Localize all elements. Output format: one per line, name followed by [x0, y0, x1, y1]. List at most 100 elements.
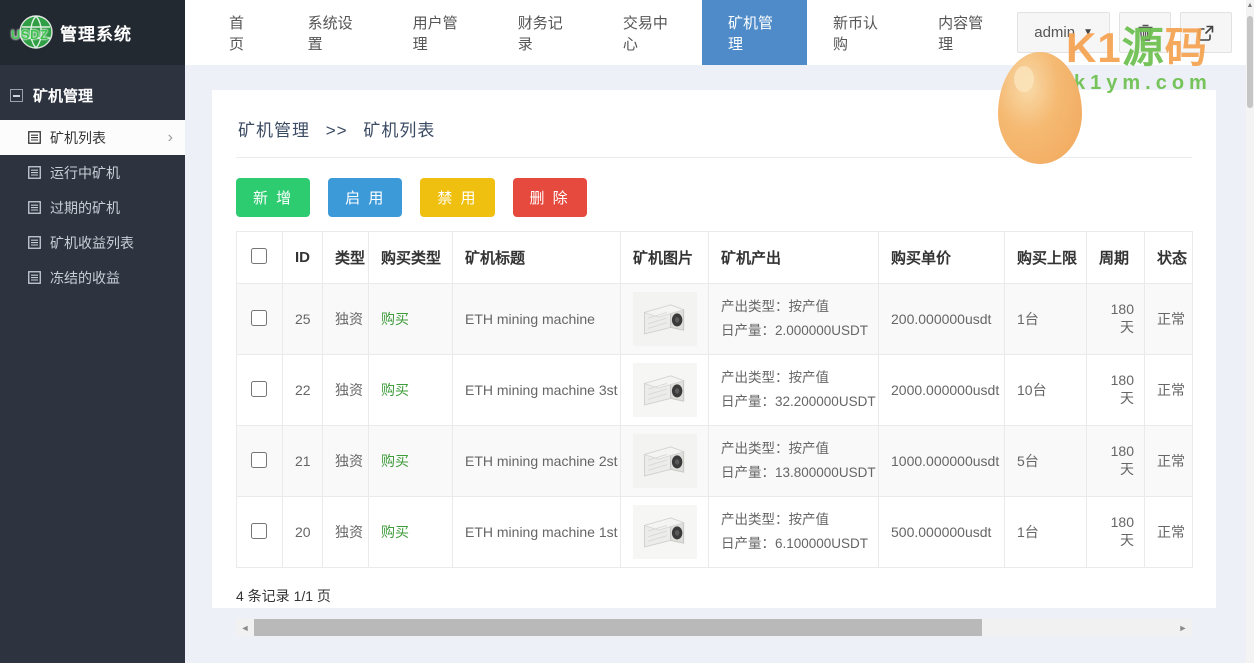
header-buy-type: 购买类型: [369, 232, 453, 284]
cell-limit: 10台: [1005, 355, 1087, 426]
cell-title: ETH mining machine 2st: [453, 426, 621, 497]
vertical-scrollbar: ▲: [1246, 0, 1254, 663]
row-checkbox[interactable]: [251, 310, 267, 326]
list-icon: [28, 166, 41, 179]
header-id: ID: [283, 232, 323, 284]
cell-status: 正常: [1145, 497, 1193, 568]
select-all-checkbox[interactable]: [251, 248, 267, 264]
nav-item[interactable]: 内容管理: [912, 0, 1017, 65]
table-row: 22 独资 购买 ETH mining machine 3st 产出类型：按产值…: [237, 355, 1193, 426]
nav-item-label: 用户管理: [413, 12, 466, 54]
daily-output-line: 日产量：32.200000USDT: [721, 390, 878, 414]
clear-cache-button[interactable]: [1119, 12, 1171, 53]
cell-id: 22: [283, 355, 323, 426]
output-type-line: 产出类型：按产值: [721, 437, 878, 461]
vertical-scrollbar-thumb[interactable]: [1247, 16, 1253, 108]
header-status: 状态: [1145, 232, 1193, 284]
nav-item[interactable]: 交易中心: [597, 0, 702, 65]
sidebar-item[interactable]: 运行中矿机 ›: [0, 155, 185, 190]
topbar-actions: admin ▼: [1017, 0, 1246, 65]
sidebar-item-label: 过期的矿机: [50, 198, 120, 218]
nav-item[interactable]: 用户管理: [387, 0, 492, 65]
nav-item[interactable]: 矿机管理: [702, 0, 807, 65]
breadcrumb-page: 矿机列表: [363, 121, 435, 140]
breadcrumb-section: 矿机管理: [238, 121, 310, 140]
breadcrumb-separator: >>: [326, 121, 348, 140]
buy-link[interactable]: 购买: [381, 311, 409, 327]
user-name: admin: [1034, 24, 1075, 41]
cell-id: 21: [283, 426, 323, 497]
sidebar-item[interactable]: 过期的矿机 ›: [0, 190, 185, 225]
scroll-left-arrow[interactable]: ◄: [236, 619, 254, 636]
row-checkbox[interactable]: [251, 452, 267, 468]
cell-output: 产出类型：按产值 日产量：13.800000USDT: [709, 426, 879, 497]
sidebar-item-label: 矿机收益列表: [50, 233, 134, 253]
list-icon: [28, 236, 41, 249]
output-type-line: 产出类型：按产值: [721, 295, 878, 319]
nav-item-label: 交易中心: [623, 12, 676, 54]
cell-id: 20: [283, 497, 323, 568]
cell-output: 产出类型：按产值 日产量：2.000000USDT: [709, 284, 879, 355]
cell-type: 独资: [323, 355, 369, 426]
cell-status: 正常: [1145, 426, 1193, 497]
content-card: 矿机管理 >> 矿机列表 新 增 启 用 禁 用 删 除 ID 类型 购买类型 …: [212, 90, 1216, 608]
sidebar-item-label: 运行中矿机: [50, 163, 120, 183]
nav-item-label: 矿机管理: [728, 12, 781, 54]
nav-item[interactable]: 首页: [203, 0, 282, 65]
sidebar-group-mining[interactable]: 矿机管理: [0, 65, 185, 120]
sidebar-menu: 矿机列表 › 运行中矿机 › 过期的矿机 › 矿机收益列表: [0, 120, 185, 295]
cell-price: 500.000000usdt: [879, 497, 1005, 568]
chevron-right-icon: ›: [168, 129, 173, 147]
cell-period: 180天: [1087, 355, 1145, 426]
nav-item[interactable]: 系统设置: [282, 0, 387, 65]
breadcrumb: 矿机管理 >> 矿机列表: [236, 110, 1192, 158]
nav-item-label: 首页: [229, 12, 256, 54]
header-image: 矿机图片: [621, 232, 709, 284]
row-checkbox[interactable]: [251, 523, 267, 539]
cell-price: 1000.000000usdt: [879, 426, 1005, 497]
disable-button[interactable]: 禁 用: [420, 178, 494, 217]
scroll-up-arrow[interactable]: ▲: [1246, 2, 1254, 9]
cell-period: 180天: [1087, 497, 1145, 568]
enable-button[interactable]: 启 用: [328, 178, 402, 217]
header-price: 购买单价: [879, 232, 1005, 284]
miner-image: [633, 292, 697, 346]
buy-link[interactable]: 购买: [381, 453, 409, 469]
main-nav: 首页 系统设置 用户管理 财务记录 交易中心 矿机管理 新币认购 内容管理: [203, 0, 1017, 65]
buy-link[interactable]: 购买: [381, 524, 409, 540]
header-title: 矿机标题: [453, 232, 621, 284]
table-header-row: ID 类型 购买类型 矿机标题 矿机图片 矿机产出 购买单价 购买上限 周期 状…: [237, 232, 1193, 284]
miner-image: [633, 505, 697, 559]
table-row: 20 独资 购买 ETH mining machine 1st 产出类型：按产值…: [237, 497, 1193, 568]
nav-item[interactable]: 新币认购: [807, 0, 912, 65]
cell-status: 正常: [1145, 355, 1193, 426]
cell-period: 180天: [1087, 284, 1145, 355]
user-menu-button[interactable]: admin ▼: [1017, 12, 1110, 53]
cell-limit: 1台: [1005, 497, 1087, 568]
cell-limit: 5台: [1005, 426, 1087, 497]
sidebar-item[interactable]: 冻结的收益 ›: [0, 260, 185, 295]
cell-type: 独资: [323, 284, 369, 355]
sidebar: 矿机管理 矿机列表 › 运行中矿机 › 过期的矿机: [0, 65, 185, 663]
nav-item[interactable]: 财务记录: [492, 0, 597, 65]
cell-period: 180天: [1087, 426, 1145, 497]
header-period: 周期: [1087, 232, 1145, 284]
cell-title: ETH mining machine 1st: [453, 497, 621, 568]
add-button[interactable]: 新 增: [236, 178, 310, 217]
scroll-right-arrow[interactable]: ►: [1174, 619, 1192, 636]
row-checkbox[interactable]: [251, 381, 267, 397]
sidebar-item[interactable]: 矿机收益列表 ›: [0, 225, 185, 260]
delete-button[interactable]: 删 除: [513, 178, 587, 217]
toolbar: 新 增 启 用 禁 用 删 除: [236, 178, 1192, 217]
list-icon: [28, 271, 41, 284]
daily-output-line: 日产量：6.100000USDT: [721, 532, 878, 556]
header-limit: 购买上限: [1005, 232, 1087, 284]
sidebar-item-label: 冻结的收益: [50, 268, 120, 288]
cell-title: ETH mining machine: [453, 284, 621, 355]
horizontal-scrollbar-thumb[interactable]: [254, 619, 982, 636]
list-icon: [28, 201, 41, 214]
buy-link[interactable]: 购买: [381, 382, 409, 398]
logout-button[interactable]: [1180, 12, 1232, 53]
sidebar-item[interactable]: 矿机列表 ›: [0, 120, 185, 155]
header-type: 类型: [323, 232, 369, 284]
